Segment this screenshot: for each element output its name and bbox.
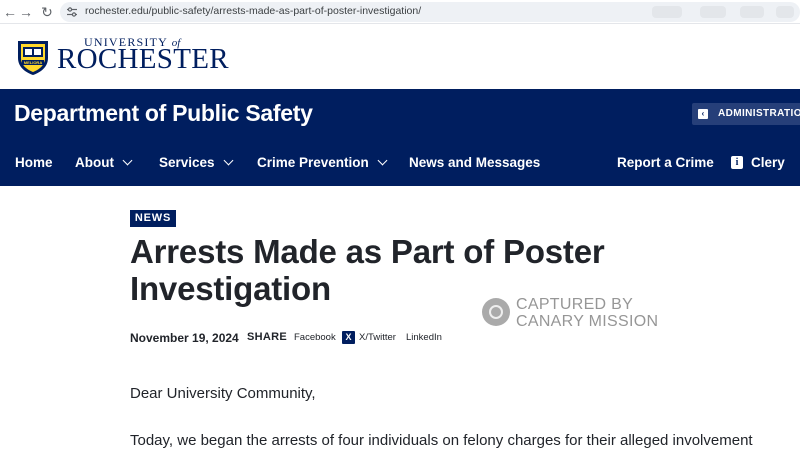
- watermark-logo-icon: [482, 298, 510, 326]
- watermark: CAPTURED BY CANARY MISSION: [482, 296, 682, 332]
- share-facebook-link[interactable]: Facebook: [294, 332, 336, 343]
- nav-item-services[interactable]: Services: [159, 154, 234, 171]
- nav-item-crime-prevention[interactable]: Crime Prevention: [257, 154, 388, 171]
- site-header: MELIORA UNIVERSITY of ROCHESTER: [0, 24, 800, 89]
- nav-item-report-a-crime[interactable]: Report a Crime: [617, 154, 714, 171]
- category-badge[interactable]: NEWS: [130, 210, 176, 227]
- chevron-down-icon: [122, 155, 133, 166]
- university-seal-icon[interactable]: MELIORA: [14, 38, 52, 76]
- nav-item-clery[interactable]: Clery: [751, 154, 785, 171]
- article-paragraph: Dear University Community,: [130, 385, 316, 402]
- x-twitter-icon[interactable]: X: [342, 331, 355, 344]
- department-header: Department of Public Safety ‹ ADMINISTRA…: [0, 89, 800, 186]
- site-info-icon[interactable]: [66, 6, 78, 18]
- administration-button[interactable]: ‹ ADMINISTRATION: [692, 103, 800, 125]
- extension-icon[interactable]: [700, 6, 726, 18]
- extension-icon[interactable]: [740, 6, 764, 18]
- browser-toolbar: ← → ↻ rochester.edu/public-safety/arrest…: [0, 0, 800, 24]
- info-icon: i: [731, 156, 743, 169]
- seal-motto: MELIORA: [24, 60, 43, 65]
- nav-item-news-and-messages[interactable]: News and Messages: [409, 154, 540, 171]
- publish-date: November 19, 2024: [130, 331, 239, 345]
- url-text[interactable]: rochester.edu/public-safety/arrests-made…: [85, 5, 421, 17]
- share-label: SHARE: [247, 331, 288, 343]
- nav-item-home[interactable]: Home: [15, 154, 53, 171]
- nav-item-about[interactable]: About: [75, 154, 133, 171]
- chevron-down-icon: [223, 155, 234, 166]
- reload-icon[interactable]: ↻: [38, 3, 56, 21]
- logo-rochester-text[interactable]: ROCHESTER: [57, 43, 229, 75]
- chevron-down-icon: [377, 155, 388, 166]
- department-title[interactable]: Department of Public Safety: [14, 100, 313, 127]
- extension-icon[interactable]: [776, 6, 794, 18]
- article-paragraph: Today, we began the arrests of four indi…: [130, 432, 753, 449]
- watermark-line1: CAPTURED BY: [516, 296, 634, 313]
- address-bar[interactable]: rochester.edu/public-safety/arrests-made…: [60, 2, 800, 22]
- extension-icon[interactable]: [652, 6, 682, 18]
- share-linkedin-link[interactable]: LinkedIn: [406, 332, 442, 343]
- forward-arrow-icon[interactable]: →: [17, 3, 35, 21]
- share-x-twitter-link[interactable]: X/Twitter: [359, 332, 396, 343]
- administration-label: ADMINISTRATION: [718, 108, 800, 119]
- watermark-line2: CANARY MISSION: [516, 313, 659, 330]
- chevron-left-icon: ‹: [698, 109, 708, 119]
